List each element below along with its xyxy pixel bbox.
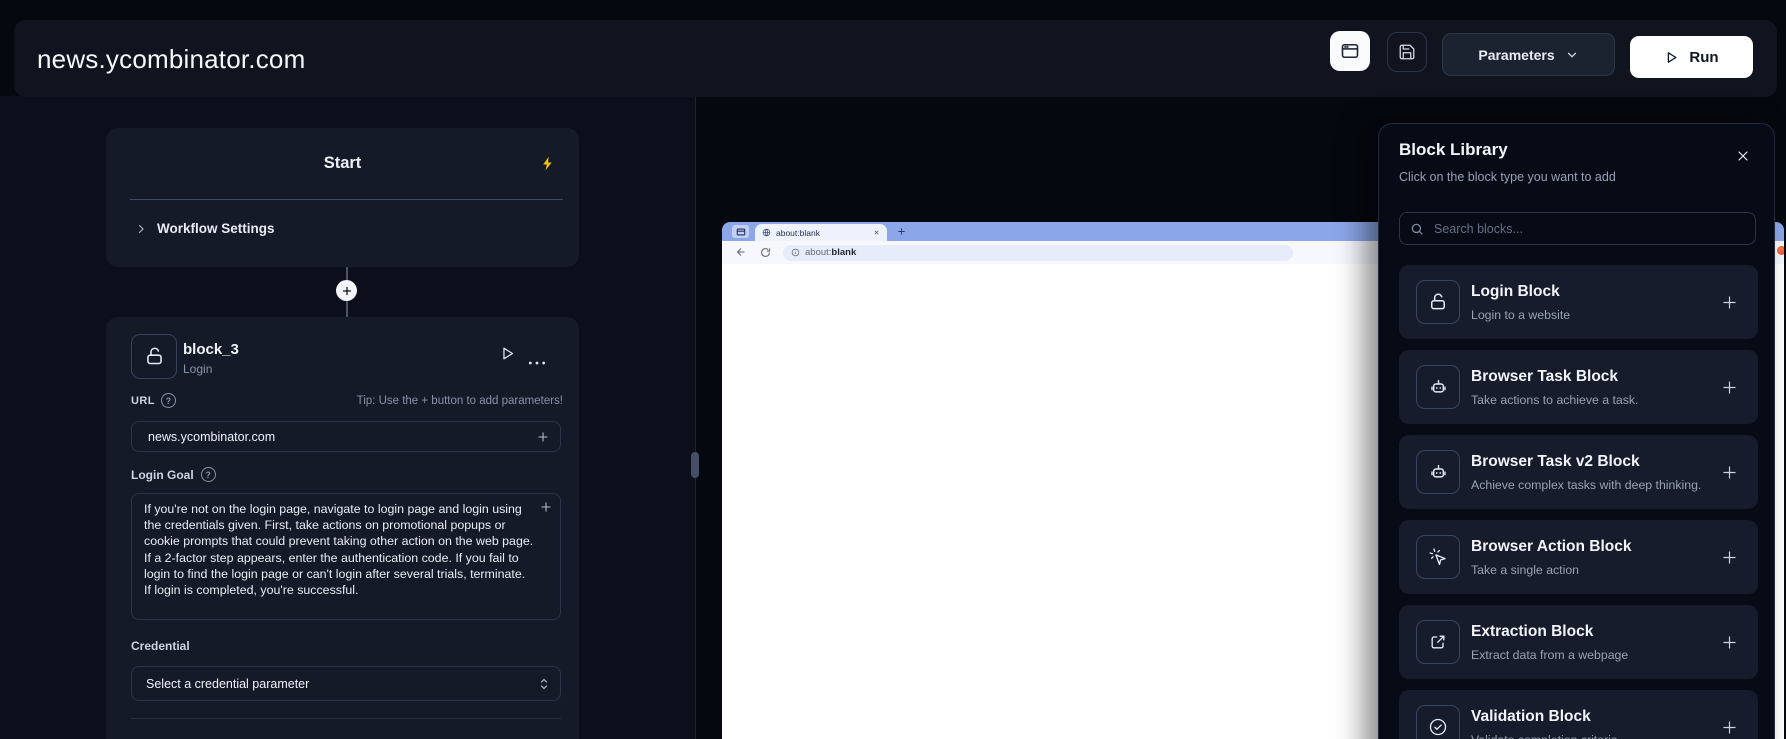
- item-description: Extract data from a webpage: [1471, 647, 1628, 663]
- globe-icon: [762, 228, 771, 237]
- library-item-browser-task-v2-block[interactable]: Browser Task v2 Block Achieve complex tas…: [1399, 435, 1758, 509]
- credential-label: Credential: [131, 639, 190, 653]
- item-description: Validate completion criteria: [1471, 732, 1618, 739]
- workflow-builder-app: about:blank about:blank: [0, 0, 1786, 739]
- add-block-icon[interactable]: [1720, 378, 1739, 397]
- run-button-label: Run: [1689, 49, 1718, 66]
- save-icon: [1398, 43, 1416, 61]
- block-library-panel: Block Library Click on the block type yo…: [1378, 123, 1775, 739]
- panel-divider: [695, 96, 696, 739]
- close-icon[interactable]: [1735, 148, 1751, 164]
- library-item-browser-action-block[interactable]: Browser Action Block Take a single action: [1399, 520, 1758, 594]
- block-library-title: Block Library: [1399, 140, 1508, 160]
- browser-tab[interactable]: about:blank: [755, 224, 887, 241]
- url-input-wrapper: [131, 421, 561, 452]
- tab-title: about:blank: [776, 228, 820, 238]
- block-type-label: Login: [183, 362, 212, 376]
- add-block-icon[interactable]: [1720, 463, 1739, 482]
- chevron-right-icon: [135, 223, 147, 235]
- add-parameter-icon[interactable]: [536, 430, 550, 444]
- circle-check-icon: [1416, 705, 1460, 739]
- run-button[interactable]: Run: [1630, 36, 1753, 78]
- help-icon[interactable]: ?: [201, 467, 216, 482]
- url-tip-text: Tip: Use the + button to add parameters!: [357, 395, 563, 407]
- tab-panel-icon[interactable]: [732, 225, 749, 238]
- url-input[interactable]: [146, 429, 536, 445]
- item-description: Achieve complex tasks with deep thinking…: [1471, 477, 1701, 493]
- unlock-icon: [1416, 280, 1460, 324]
- start-node-card[interactable]: Start Workflow Settings: [106, 128, 579, 267]
- robot-icon: [1416, 365, 1460, 409]
- extension-dot-icon[interactable]: [1777, 246, 1784, 255]
- search-icon: [1410, 222, 1424, 236]
- new-tab-icon[interactable]: [896, 226, 907, 237]
- add-block-icon[interactable]: [1720, 548, 1739, 567]
- block-name: block_3: [183, 341, 239, 358]
- library-item-browser-task-block[interactable]: Browser Task Block Take actions to achiev…: [1399, 350, 1758, 424]
- play-icon: [1664, 50, 1679, 65]
- export-icon: [1416, 620, 1460, 664]
- add-block-icon[interactable]: [1720, 718, 1739, 737]
- block-menu-button[interactable]: [527, 360, 547, 366]
- info-icon[interactable]: [791, 248, 800, 257]
- item-title: Login Block: [1471, 282, 1570, 302]
- block-library-subtitle: Click on the block type you want to add: [1399, 170, 1616, 184]
- library-item-login-block[interactable]: Login Block Login to a website: [1399, 265, 1758, 339]
- browser-window-icon: [1340, 41, 1360, 61]
- item-title: Browser Action Block: [1471, 537, 1632, 557]
- workflow-title: news.ycombinator.com: [37, 44, 305, 75]
- library-item-extraction-block[interactable]: Extraction Block Extract data from a webp…: [1399, 605, 1758, 679]
- item-title: Validation Block: [1471, 707, 1618, 727]
- search-input[interactable]: [1432, 221, 1745, 237]
- save-button[interactable]: [1387, 32, 1427, 72]
- item-title: Browser Task v2 Block: [1471, 452, 1701, 472]
- add-block-icon[interactable]: [1720, 633, 1739, 652]
- workflow-settings-toggle[interactable]: Workflow Settings: [135, 221, 275, 236]
- back-arrow-icon[interactable]: [735, 246, 747, 258]
- unlock-icon: [131, 334, 177, 379]
- panel-resize-handle[interactable]: [691, 452, 699, 478]
- search-box: [1399, 212, 1756, 245]
- block-card-divider: [131, 718, 561, 719]
- parameters-button-label: Parameters: [1478, 47, 1554, 63]
- add-block-icon[interactable]: [1720, 293, 1739, 312]
- add-block-connector-button[interactable]: [336, 280, 357, 301]
- browser-preview-toggle-button[interactable]: [1330, 31, 1370, 71]
- start-card-divider: [130, 199, 563, 200]
- login-block-card[interactable]: block_3 Login URL ? Tip: Use the + butto…: [106, 317, 579, 739]
- login-goal-label: Login Goal: [131, 468, 194, 482]
- item-description: Take a single action: [1471, 562, 1632, 578]
- item-description: Login to a website: [1471, 307, 1570, 323]
- login-goal-textarea[interactable]: If you're not on the login page, navigat…: [131, 493, 561, 620]
- parameters-button[interactable]: Parameters: [1442, 33, 1615, 76]
- block-library-list: Login Block Login to a website Browser Ta…: [1399, 265, 1758, 739]
- library-item-validation-block[interactable]: Validation Block Validate completion crit…: [1399, 690, 1758, 739]
- url-label: URL: [131, 395, 155, 407]
- address-bar[interactable]: about:blank: [783, 245, 1293, 261]
- lightning-icon: [540, 155, 556, 172]
- item-description: Take actions to achieve a task.: [1471, 392, 1638, 408]
- robot-icon: [1416, 450, 1460, 494]
- item-title: Extraction Block: [1471, 622, 1628, 642]
- select-chevrons-icon: [538, 677, 550, 691]
- credential-select[interactable]: Select a credential parameter: [131, 666, 561, 701]
- address-text: about:blank: [805, 247, 856, 258]
- start-node-title: Start: [106, 154, 579, 173]
- add-parameter-icon[interactable]: [539, 500, 553, 514]
- cursor-click-icon: [1416, 535, 1460, 579]
- workflow-settings-label: Workflow Settings: [157, 221, 275, 236]
- run-block-button[interactable]: [499, 344, 516, 363]
- reload-icon[interactable]: [760, 247, 771, 258]
- tab-close-icon[interactable]: [873, 229, 880, 236]
- credential-select-value: Select a credential parameter: [146, 677, 309, 691]
- help-icon[interactable]: ?: [161, 393, 176, 408]
- item-title: Browser Task Block: [1471, 367, 1638, 387]
- chevron-down-icon: [1565, 48, 1579, 62]
